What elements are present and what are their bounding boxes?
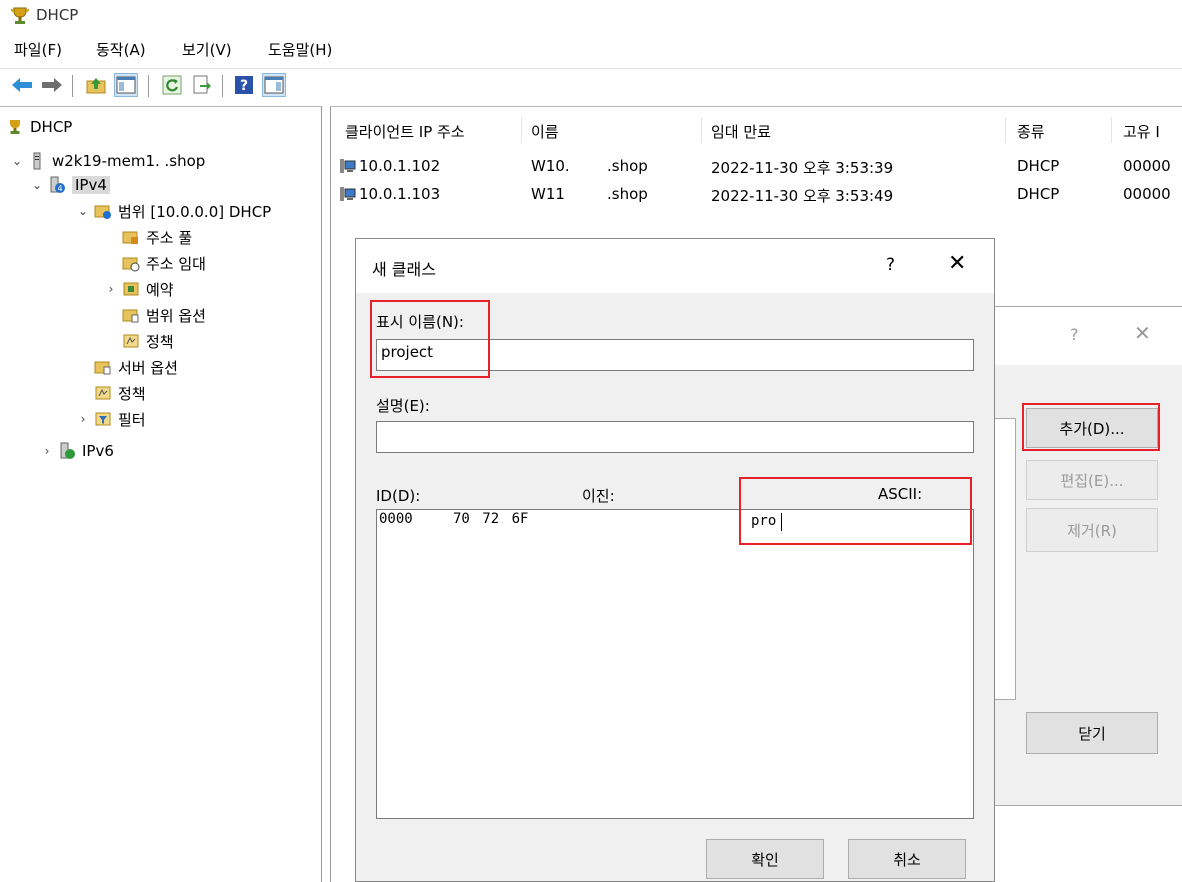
address-leases-icon: [122, 257, 140, 272]
lease-domain: .shop: [607, 157, 648, 175]
help-icon[interactable]: ?: [1070, 325, 1079, 344]
ok-button[interactable]: 확인: [706, 839, 824, 879]
ascii-label: ASCII:: [878, 485, 923, 503]
scope-options-icon: [122, 309, 139, 323]
column-type[interactable]: 종류: [1017, 121, 1045, 142]
chevron-down-icon[interactable]: ⌄: [76, 204, 90, 218]
remove-button[interactable]: 제거(R): [1026, 508, 1158, 552]
dhcp-trophy-icon: [11, 7, 29, 24]
edit-button[interactable]: 편집(E)...: [1026, 460, 1158, 500]
filter-icon: [95, 412, 111, 426]
tree-item-dhcp-root[interactable]: DHCP: [6, 115, 72, 139]
chevron-down-icon[interactable]: ⌄: [30, 178, 44, 192]
description-label: 설명(E):: [376, 397, 430, 415]
window-title: DHCP: [36, 6, 79, 24]
lease-expiration: 2022-11-30 오후 3:53:49: [711, 187, 894, 205]
tree-item-ipv6[interactable]: › IPv6: [40, 439, 114, 463]
menu-bar: 파일(F) 동작(A) 보기(V) 도움말(H): [0, 34, 1182, 64]
help-icon[interactable]: ?: [232, 73, 256, 97]
text-caret: [781, 513, 782, 531]
vendor-classes-dialog: ? ✕ 추가(D)... 편집(E)... 제거(R) 닫기: [993, 306, 1182, 806]
binary-label: 이진:: [582, 487, 615, 505]
lease-type: DHCP: [1017, 157, 1060, 175]
close-button[interactable]: 닫기: [1026, 712, 1158, 754]
tree-item-address-pool[interactable]: 주소 풀: [104, 225, 192, 249]
tree-item-address-leases[interactable]: 주소 임대: [104, 251, 206, 275]
lease-domain: .shop: [607, 185, 648, 203]
export-list-icon[interactable]: [190, 73, 214, 97]
tree-item-scope-options[interactable]: 범위 옵션: [104, 303, 206, 327]
id-label: ID(D):: [376, 487, 421, 505]
title-bar: DHCP: [0, 0, 1182, 34]
server-options-icon: [94, 361, 111, 375]
column-lease-expiration[interactable]: 임대 만료: [711, 121, 771, 142]
scope-folder-icon: [94, 205, 111, 219]
lease-ip: 10.0.1.102: [359, 157, 441, 175]
tree-item-reservations[interactable]: › 예약: [104, 277, 174, 301]
svg-text:?: ?: [240, 78, 248, 94]
close-icon[interactable]: ✕: [948, 251, 966, 276]
ipv6-icon: [60, 442, 75, 459]
menu-file[interactable]: 파일(F): [14, 39, 62, 60]
column-unique-id[interactable]: 고유 I: [1123, 121, 1160, 142]
tree-item-ipv4[interactable]: ⌄ 4 IPv4: [30, 173, 110, 197]
close-icon[interactable]: ✕: [1134, 321, 1151, 345]
address-pool-icon: [122, 231, 138, 244]
chevron-right-icon[interactable]: ›: [104, 282, 118, 296]
forward-arrow-icon[interactable]: [40, 73, 64, 97]
tree-item-server-options[interactable]: 서버 옵션: [76, 355, 178, 379]
id-hex-editor[interactable]: 0000 70 72 6F pro: [376, 509, 974, 819]
dialog-title-bar: [356, 239, 994, 293]
description-input[interactable]: [376, 421, 974, 453]
tree-item-scope[interactable]: ⌄ 범위 [10.0.0.0] DHCP: [76, 199, 271, 223]
server-icon: [33, 152, 41, 170]
dialog-title: 새 클래스: [372, 260, 436, 279]
lease-client-icon: [340, 187, 356, 201]
display-name-label: 표시 이름(N):: [376, 313, 464, 331]
chevron-right-icon[interactable]: ›: [40, 444, 54, 458]
ascii-value: pro: [751, 513, 777, 529]
lease-ip: 10.0.1.103: [359, 185, 441, 203]
console-tree: DHCP ⌄ w2k19-mem1. .shop ⌄ 4 IPv4 ⌄ 범위 […: [0, 106, 322, 882]
reservations-icon: [123, 282, 139, 296]
new-class-dialog: 새 클래스 ? ✕ 표시 이름(N): project 설명(E): ID(D)…: [355, 238, 995, 882]
class-list[interactable]: [994, 418, 1016, 700]
menu-action[interactable]: 동작(A): [96, 39, 146, 60]
back-arrow-icon[interactable]: [10, 73, 34, 97]
lease-name: W11: [531, 185, 565, 203]
add-button[interactable]: 추가(D)...: [1026, 408, 1158, 448]
refresh-icon[interactable]: [160, 73, 184, 97]
menu-help[interactable]: 도움말(H): [268, 39, 332, 60]
show-hide-console-tree-icon[interactable]: [114, 73, 138, 97]
hex-bytes: 70 72 6F: [453, 511, 529, 527]
column-name[interactable]: 이름: [531, 121, 559, 142]
lease-unique-id: 00000: [1123, 185, 1171, 203]
lease-client-icon: [340, 159, 356, 173]
tree-item-filters[interactable]: › 필터: [76, 407, 146, 431]
lease-type: DHCP: [1017, 185, 1060, 203]
show-action-pane-icon[interactable]: [262, 73, 286, 97]
ipv4-icon: 4: [50, 176, 65, 193]
hex-offset: 0000: [379, 511, 413, 527]
toolbar: ?: [0, 68, 1182, 102]
lease-expiration: 2022-11-30 오후 3:53:39: [711, 159, 894, 177]
svg-text:4: 4: [57, 184, 62, 193]
menu-view[interactable]: 보기(V): [182, 39, 232, 60]
help-icon[interactable]: ?: [886, 255, 895, 275]
up-folder-icon[interactable]: [84, 73, 108, 97]
column-client-ip[interactable]: 클라이언트 IP 주소: [345, 121, 465, 142]
chevron-down-icon[interactable]: ⌄: [10, 154, 24, 168]
dhcp-trophy-icon: [10, 120, 20, 134]
lease-unique-id: 00000: [1123, 157, 1171, 175]
lease-name: W10.: [531, 157, 570, 175]
policies-icon: [95, 386, 111, 400]
cancel-button[interactable]: 취소: [848, 839, 966, 879]
tree-item-policies[interactable]: 정책: [76, 381, 146, 405]
chevron-right-icon[interactable]: ›: [76, 412, 90, 426]
tree-item-scope-policies[interactable]: 정책: [104, 329, 174, 353]
display-name-input[interactable]: project: [376, 339, 974, 371]
policies-icon: [123, 334, 139, 348]
tree-item-server[interactable]: ⌄ w2k19-mem1. .shop: [10, 149, 205, 173]
